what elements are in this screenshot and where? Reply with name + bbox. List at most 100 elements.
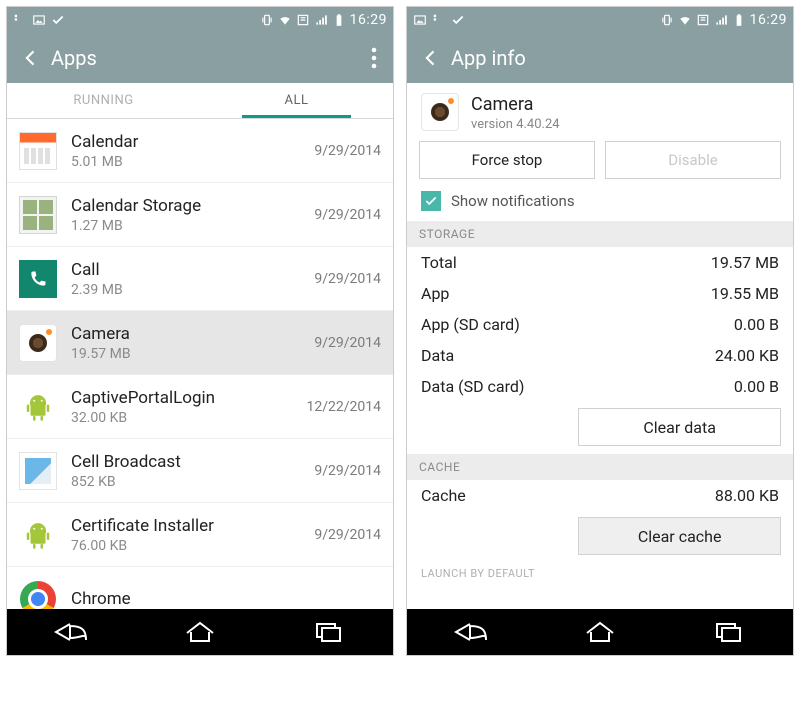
app-row[interactable]: Calendar Storage1.27 MB9/29/2014 xyxy=(7,183,393,247)
storage-row: Total 19.57 MB xyxy=(407,247,793,278)
page-title: Apps xyxy=(51,46,359,70)
app-row[interactable]: Camera 19.57 MB 9/29/2014 xyxy=(7,311,393,375)
network-icon xyxy=(432,13,446,27)
app-size: 19.57 MB xyxy=(71,346,131,362)
call-icon xyxy=(19,260,57,298)
app-date: 9/29/2014 xyxy=(314,271,381,287)
storage-key: App (SD card) xyxy=(421,315,520,334)
app-size: 5.01 MB xyxy=(71,154,138,170)
page-title: App info xyxy=(451,46,789,70)
app-date: 9/29/2014 xyxy=(314,335,381,351)
app-size: 76.00 KB xyxy=(71,538,214,554)
app-size: 32.00 KB xyxy=(71,410,215,426)
data-icon xyxy=(696,13,710,27)
status-bar: 16:29 xyxy=(407,7,793,33)
overflow-menu-button[interactable] xyxy=(359,38,389,78)
clear-cache-button[interactable]: Clear cache xyxy=(578,517,781,555)
chrome-icon xyxy=(19,580,57,610)
storage-value: 19.55 MB xyxy=(711,284,779,303)
clear-data-button[interactable]: Clear data xyxy=(578,408,781,446)
battery-icon xyxy=(332,13,346,27)
data-icon xyxy=(296,13,310,27)
tabs: RUNNING ALL xyxy=(7,83,393,119)
storage-value: 19.57 MB xyxy=(711,253,779,272)
title-bar: App info xyxy=(407,33,793,83)
signal-icon xyxy=(314,13,328,27)
storage-row: Data24.00 KB xyxy=(407,340,793,371)
app-header: Camera version 4.40.24 xyxy=(407,83,793,141)
app-info-screen: 16:29 App info Camera version 4.40.24 Fo… xyxy=(406,6,794,656)
calstorage-icon xyxy=(19,196,57,234)
status-bar: 16:29 xyxy=(7,7,393,33)
app-size: 852 KB xyxy=(71,474,181,490)
nav-recent-button[interactable] xyxy=(699,617,759,647)
app-row[interactable]: Certificate Installer76.00 KB9/29/2014 xyxy=(7,503,393,567)
android-icon xyxy=(19,388,57,426)
app-name: Chrome xyxy=(71,589,131,609)
app-name: Call xyxy=(71,260,123,280)
camera-icon xyxy=(19,324,57,362)
nav-back-button[interactable] xyxy=(441,617,501,647)
app-row[interactable]: Call 2.39 MB 9/29/2014 xyxy=(7,247,393,311)
storage-header: STORAGE xyxy=(407,221,793,247)
app-name: Camera xyxy=(71,324,131,344)
battery-icon xyxy=(732,13,746,27)
storage-value: 0.00 B xyxy=(734,315,779,334)
image-icon xyxy=(32,13,46,27)
nav-recent-button[interactable] xyxy=(299,617,359,647)
force-stop-button[interactable]: Force stop xyxy=(419,141,595,179)
nav-back-button[interactable] xyxy=(41,617,101,647)
tab-running[interactable]: RUNNING xyxy=(7,83,200,118)
cellb-icon xyxy=(19,452,57,490)
title-bar: Apps xyxy=(7,33,393,83)
app-row[interactable]: Calendar 5.01 MB 9/29/2014 xyxy=(7,119,393,183)
nav-bar xyxy=(7,609,393,655)
cache-value: 88.00 KB xyxy=(715,486,779,505)
storage-key: Total xyxy=(421,253,457,272)
clock: 16:29 xyxy=(750,12,787,28)
app-size: 1.27 MB xyxy=(71,218,201,234)
back-button[interactable] xyxy=(411,38,451,78)
cache-header: CACHE xyxy=(407,454,793,480)
nav-home-button[interactable] xyxy=(170,617,230,647)
signal-icon xyxy=(714,13,728,27)
app-row[interactable]: CaptivePortalLogin 32.00 KB 12/22/2014 xyxy=(7,375,393,439)
disable-button: Disable xyxy=(605,141,781,179)
checkmark-icon xyxy=(51,13,65,27)
storage-row: App (SD card) 0.00 B xyxy=(407,309,793,340)
vibrate-icon xyxy=(260,13,274,27)
nav-bar xyxy=(407,609,793,655)
storage-row: Data (SD card)0.00 B xyxy=(407,371,793,402)
app-date: 12/22/2014 xyxy=(307,399,382,415)
show-notifications-checkbox[interactable] xyxy=(421,191,441,211)
app-name: Camera xyxy=(471,94,560,115)
checkmark-icon xyxy=(451,13,465,27)
app-date: 9/29/2014 xyxy=(314,527,381,543)
cache-row: Cache 88.00 KB xyxy=(407,480,793,511)
storage-key: Data (SD card) xyxy=(421,377,525,396)
app-date: 9/29/2014 xyxy=(314,143,381,159)
apps-screen: 16:29 Apps RUNNING ALL Calendar 5.01 MB 9/… xyxy=(6,6,394,656)
app-row[interactable]: Chrome xyxy=(7,567,393,609)
cache-label: Cache xyxy=(421,486,466,505)
storage-row: App 19.55 MB xyxy=(407,278,793,309)
app-name: CaptivePortalLogin xyxy=(71,388,215,408)
storage-key: App xyxy=(421,284,449,303)
image-icon xyxy=(413,13,427,27)
launch-by-default-header: LAUNCH BY DEFAULT xyxy=(407,563,793,584)
show-notifications-label: Show notifications xyxy=(451,192,575,210)
nav-home-button[interactable] xyxy=(570,617,630,647)
app-row[interactable]: Cell Broadcast852 KB9/29/2014 xyxy=(7,439,393,503)
wifi-icon xyxy=(678,13,692,27)
wifi-icon xyxy=(278,13,292,27)
back-button[interactable] xyxy=(11,38,51,78)
calendar-icon xyxy=(19,132,57,170)
show-notifications-row[interactable]: Show notifications xyxy=(407,187,793,221)
vibrate-icon xyxy=(660,13,674,27)
app-name: Calendar xyxy=(71,132,138,152)
tab-all[interactable]: ALL xyxy=(200,83,393,118)
app-size: 2.39 MB xyxy=(71,282,123,298)
camera-icon xyxy=(421,93,461,133)
app-list[interactable]: Calendar 5.01 MB 9/29/2014 Calendar Storage… xyxy=(7,119,393,609)
app-date: 9/29/2014 xyxy=(314,463,381,479)
